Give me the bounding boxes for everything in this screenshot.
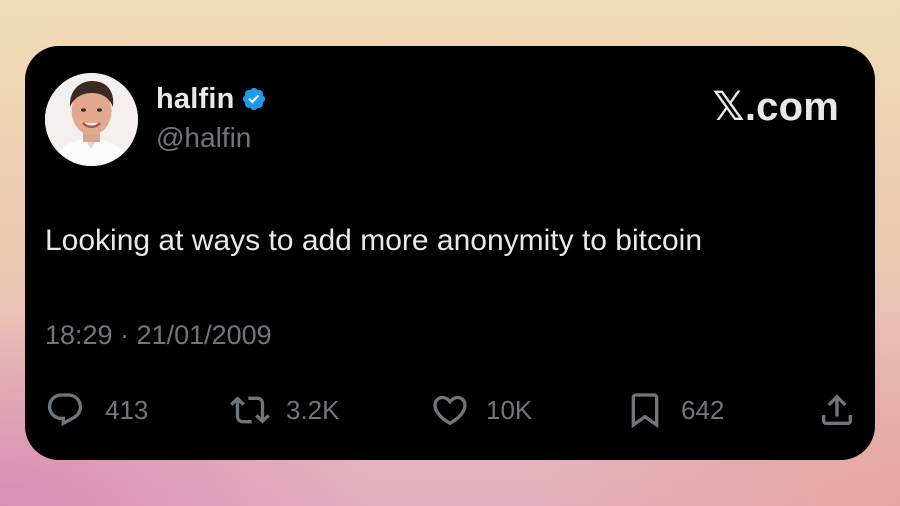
share-button[interactable]: [817, 388, 857, 432]
tweet-card: halfin @halfin 𝕏.com Looking at ways to …: [25, 46, 875, 460]
avatar[interactable]: [45, 73, 138, 166]
reply-count: 413: [105, 394, 149, 425]
author-name-row: halfin: [156, 82, 267, 116]
brand-label: 𝕏.com: [712, 84, 839, 130]
author-handle[interactable]: @halfin: [156, 122, 251, 154]
share-icon: [822, 394, 852, 425]
like-button[interactable]: 10K: [430, 388, 532, 432]
bookmark-icon: [631, 393, 659, 429]
tweet-timestamp[interactable]: 18:29 · 21/01/2009: [45, 320, 272, 351]
retweet-count: 3.2K: [286, 394, 340, 425]
bookmark-button[interactable]: 642: [625, 388, 724, 432]
like-count: 10K: [486, 394, 533, 425]
avatar-photo: [45, 73, 138, 166]
site-name: 𝕏.com: [712, 85, 839, 129]
heart-icon: [433, 395, 467, 426]
bookmark-count: 642: [681, 394, 725, 425]
tweet-text: Looking at ways to add more anonymity to…: [45, 224, 703, 257]
reply-icon: [47, 393, 83, 427]
tweet-actions: 413 3.2K 10K 642: [45, 388, 857, 432]
author-display-name[interactable]: halfin: [156, 83, 235, 116]
reply-button[interactable]: 413: [45, 388, 148, 432]
retweet-icon: [230, 396, 270, 424]
retweet-button[interactable]: 3.2K: [230, 388, 340, 432]
verified-badge-icon: [241, 86, 267, 112]
